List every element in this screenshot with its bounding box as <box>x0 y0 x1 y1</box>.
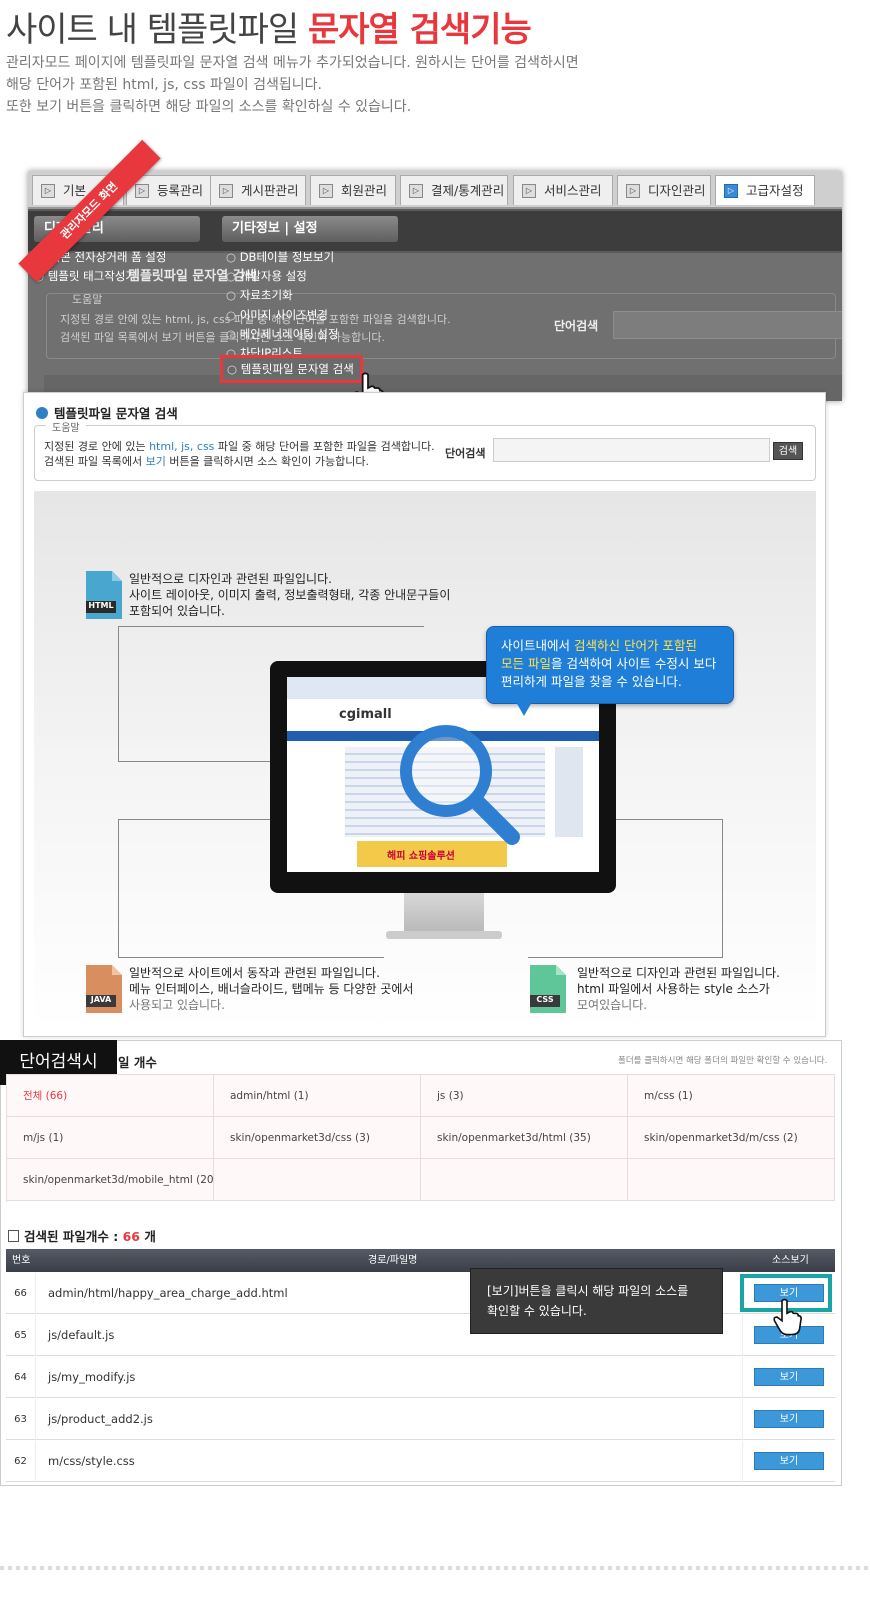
view-button[interactable]: 보기 <box>754 1368 824 1386</box>
folder-empty <box>628 1159 835 1201</box>
search-input[interactable] <box>493 438 770 462</box>
etc-menu-pill[interactable]: 기타정보 | 설정 <box>222 216 398 242</box>
bg-help-legend: 도움말 <box>72 293 103 306</box>
connector-line <box>118 626 119 761</box>
connector-line <box>528 957 723 958</box>
folder-item[interactable]: skin/openmarket3d/css (3) <box>214 1117 421 1159</box>
row-num: 62 <box>6 1441 36 1482</box>
monitor-base <box>386 931 502 939</box>
bg-search-label: 단어검색 <box>554 319 599 333</box>
help-line-2: 검색된 파일 목록에서 보기 버튼을 클릭하시면 소스 확인이 가능합니다. <box>44 455 369 468</box>
folder-grid: 전체 (66) admin/html (1) js (3) m/css (1) … <box>6 1074 835 1202</box>
row-path: js/product_add2.js <box>48 1412 153 1426</box>
tab-service[interactable]: ▷ 서비스관리 <box>513 175 613 205</box>
tab-register[interactable]: ▷ 등록관리 <box>126 175 222 205</box>
search-panel: 템플릿파일 문자열 검색 도움말 지정된 경로 안에 있는 html, js, … <box>23 392 826 1037</box>
folder-item[interactable]: skin/openmarket3d/mobile_html (20) <box>7 1159 214 1201</box>
connector-line <box>118 626 424 627</box>
hand-cursor-icon <box>773 1298 802 1336</box>
folder-empty <box>421 1159 628 1201</box>
chevron-right-icon: ▷ <box>319 184 333 198</box>
admin-screenshot: ▷ 기본 ▷ 등록관리 ▷ 게시판관리 ▷ 회원관리 ▷ 결제/통계관리 ▷ 서비스관리 ▷… <box>28 171 842 401</box>
monitor-stand <box>404 893 484 933</box>
html-icon-label: HTML <box>88 601 114 610</box>
css-file-icon <box>530 965 566 1013</box>
connector-line <box>118 957 384 958</box>
chevron-right-icon: ▷ <box>135 184 149 198</box>
folder-note: 폴더를 클릭하시면 해당 폴더의 파일만 확인할 수 있습니다. <box>618 1056 828 1066</box>
info-bubble: 사이트내에서 검색하신 단어가 포함된 모든 파일을 검색하여 사이트 수정시 … <box>486 626 734 704</box>
view-button[interactable]: 보기 <box>754 1452 824 1470</box>
menu-item-dev[interactable]: 개발자용 설정 <box>226 268 307 284</box>
document-icon <box>8 1230 19 1242</box>
chevron-right-icon: ▷ <box>626 184 640 198</box>
menu-item-template-search[interactable]: 템플릿파일 문자열 검색 <box>220 355 363 383</box>
folder-title: 일 개수 <box>118 1055 157 1070</box>
html-description: 일반적으로 디자인과 관련된 파일입니다. 사이트 레이아웃, 이미지 출력, 정… <box>129 572 451 618</box>
row-num: 65 <box>6 1315 36 1356</box>
menu-item-image-resize[interactable]: 이미지 사이즈변경 <box>226 307 328 323</box>
tab-member[interactable]: ▷ 회원관리 <box>310 175 396 205</box>
left-menu-item[interactable]: 템플릿 태그작성기 <box>34 268 136 284</box>
css-icon-label: CSS <box>536 995 554 1004</box>
help-line-1: 지정된 경로 안에 있는 html, js, css 파일 중 해당 단어를 포… <box>44 440 435 453</box>
java-file-icon <box>86 965 122 1013</box>
folder-item[interactable]: skin/openmarket3d/html (35) <box>421 1117 628 1159</box>
row-path: js/my_modify.js <box>48 1370 136 1384</box>
html-file-icon <box>86 571 122 619</box>
table-row: 64 js/my_modify.js 보기 <box>6 1357 835 1398</box>
java-icon-label: JAVA <box>90 995 112 1004</box>
row-num: 64 <box>6 1357 36 1398</box>
menu-item-main-gen[interactable]: 메인제너레이팅 설정 <box>226 326 339 342</box>
page-title: 사이트 내 템플릿파일 문자열 검색기능 <box>6 10 532 50</box>
chevron-right-icon: ▷ <box>409 184 423 198</box>
tab-advanced[interactable]: ▷ 고급자설정 <box>715 175 815 205</box>
table-row: 63 js/product_add2.js 보기 <box>6 1399 835 1440</box>
tab-payment[interactable]: ▷ 결제/통계관리 <box>400 175 508 205</box>
magnifier-icon <box>400 725 520 845</box>
search-label: 단어검색 <box>445 447 486 460</box>
help-legend: 도움말 <box>46 419 86 434</box>
bullet-icon <box>36 407 48 419</box>
folder-all[interactable]: 전체 (66) <box>7 1075 214 1117</box>
menu-item-db[interactable]: DB테이블 정보보기 <box>226 249 334 265</box>
table-row: 62 m/css/style.css 보기 <box>6 1441 835 1482</box>
header-source: 소스보기 <box>772 1255 809 1266</box>
folder-item[interactable]: admin/html (1) <box>214 1075 421 1117</box>
search-button[interactable]: 검색 <box>773 442 803 460</box>
folder-item[interactable]: js (3) <box>421 1075 628 1117</box>
folder-empty <box>214 1159 421 1201</box>
file-count: 검색된 파일개수 : 66 개 <box>8 1226 156 1245</box>
bubble-tail <box>516 702 532 716</box>
illustration-area: HTML 일반적으로 디자인과 관련된 파일입니다. 사이트 레이아웃, 이미지 … <box>34 491 816 1031</box>
chevron-right-icon: ▷ <box>219 184 233 198</box>
chevron-right-icon: ▷ <box>522 184 536 198</box>
tab-design[interactable]: ▷ 디자인관리 <box>617 175 711 205</box>
chevron-right-icon: ▷ <box>41 184 55 198</box>
row-num: 66 <box>6 1273 36 1314</box>
view-tooltip: [보기]버튼을 클릭시 해당 파일의 소스를 확인할 수 있습니다. <box>470 1268 723 1334</box>
menu-item-reset[interactable]: 자료초기화 <box>226 287 293 303</box>
folder-item[interactable]: m/css (1) <box>628 1075 835 1117</box>
row-path: m/css/style.css <box>48 1454 135 1468</box>
connector-line <box>722 819 723 957</box>
screen-logo: cgimall <box>339 707 392 722</box>
intro-text: 관리자모드 페이지에 템플릿파일 문자열 검색 메뉴가 추가되었습니다. 원하시… <box>6 55 579 115</box>
header-num: 번호 <box>12 1255 31 1266</box>
row-path: js/default.js <box>48 1328 115 1342</box>
folder-item[interactable]: skin/openmarket3d/m/css (2) <box>628 1117 835 1159</box>
tab-board[interactable]: ▷ 게시판관리 <box>210 175 306 205</box>
folder-item[interactable]: m/js (1) <box>7 1117 214 1159</box>
header-path: 경로/파일명 <box>368 1255 418 1266</box>
chevron-right-icon: ▷ <box>724 184 738 198</box>
view-button[interactable]: 보기 <box>754 1410 824 1428</box>
bg-search-input <box>613 311 842 339</box>
divider <box>0 1566 870 1570</box>
row-path: admin/html/happy_area_charge_add.html <box>48 1286 288 1300</box>
connector-line <box>118 819 119 957</box>
java-description: 일반적으로 사이트에서 동작과 관련된 파일입니다. 메뉴 인터페이스, 배너슬라… <box>129 966 414 1012</box>
row-num: 63 <box>6 1399 36 1440</box>
css-description: 일반적으로 디자인과 관련된 파일입니다. html 파일에서 사용하는 styl… <box>577 966 780 1012</box>
